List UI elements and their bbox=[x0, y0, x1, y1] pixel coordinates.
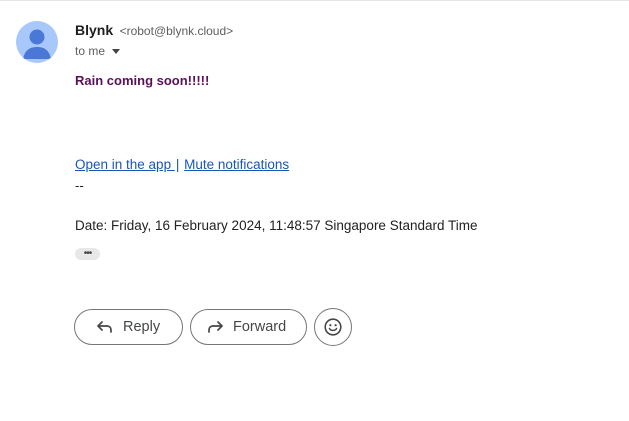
reply-label: Reply bbox=[123, 319, 161, 335]
show-trimmed-content-button[interactable]: ••• bbox=[75, 248, 100, 260]
reply-icon bbox=[95, 317, 115, 337]
forward-button[interactable]: Forward bbox=[190, 309, 307, 345]
chevron-down-icon[interactable] bbox=[112, 49, 121, 54]
reply-button[interactable]: Reply bbox=[74, 309, 183, 345]
recipient-details-toggle[interactable]: to me bbox=[75, 44, 121, 58]
message-date: Date: Friday, 16 February 2024, 11:48:57… bbox=[75, 218, 478, 233]
sender-avatar[interactable] bbox=[16, 21, 58, 63]
sender-name[interactable]: Blynk bbox=[75, 22, 113, 38]
add-reaction-button[interactable] bbox=[314, 308, 352, 346]
open-in-app-link[interactable]: Open in the app bbox=[75, 157, 175, 172]
message-headline: Rain coming soon!!!!! bbox=[75, 73, 210, 88]
signature-dashes: -- bbox=[75, 178, 84, 193]
recipient-label: to me bbox=[75, 44, 106, 58]
top-divider bbox=[0, 0, 629, 1]
sender-email: <robot@blynk.cloud> bbox=[119, 24, 234, 38]
person-icon bbox=[23, 29, 51, 59]
message-links: Open in the app | Mute notifications bbox=[75, 157, 289, 172]
mute-notifications-link[interactable]: Mute notifications bbox=[184, 157, 289, 172]
sender-line: Blynk <robot@blynk.cloud> bbox=[75, 22, 233, 40]
email-message-view: Blynk <robot@blynk.cloud> to me Rain com… bbox=[0, 0, 629, 421]
forward-icon bbox=[205, 317, 225, 337]
forward-label: Forward bbox=[233, 319, 287, 335]
link-separator: | bbox=[175, 157, 180, 172]
emoji-icon bbox=[323, 317, 343, 337]
